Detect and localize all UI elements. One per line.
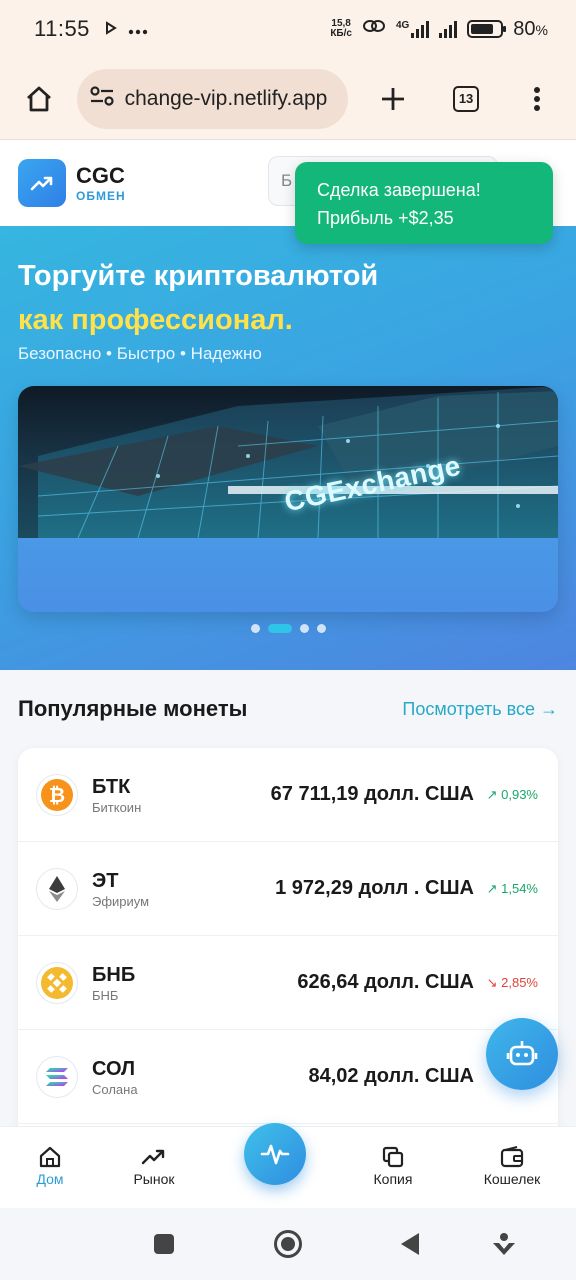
svg-text:₿: ₿	[49, 783, 65, 807]
carousel-dot[interactable]	[267, 624, 292, 633]
coin-name: Биткоин	[92, 800, 142, 815]
address-bar[interactable]: change-vip.netlify.app	[76, 68, 349, 129]
coin-change: ↘ 2,85%	[486, 974, 538, 990]
network-speed: 15,8 КБ/с	[330, 18, 352, 39]
more-vert-icon	[533, 86, 540, 111]
coin-symbol: БНБ	[92, 964, 136, 986]
toast-title: Сделка завершена!	[317, 180, 481, 200]
coin-price: 626,64 долл. США	[297, 971, 474, 993]
browser-menu-button[interactable]	[515, 77, 558, 121]
back-button[interactable]	[390, 1228, 430, 1260]
brand-subtitle: ОБМЕН	[76, 189, 126, 203]
wallet-icon	[500, 1146, 524, 1168]
recents-button[interactable]	[144, 1228, 184, 1260]
nav-market[interactable]: Рынок	[104, 1143, 204, 1187]
coin-name: Солана	[92, 1082, 138, 1097]
coin-symbol: СОЛ	[92, 1058, 136, 1080]
battery-icon	[467, 20, 507, 38]
toast-profit: Прибыль +$2,35	[317, 208, 454, 228]
logo[interactable]	[18, 159, 66, 207]
coin-price: 1 972,29 долл . США	[275, 877, 474, 899]
home-button[interactable]	[18, 77, 61, 121]
circle-home-icon	[274, 1230, 302, 1258]
back-triangle-icon	[401, 1233, 419, 1255]
status-time: 11:55	[34, 16, 90, 41]
hotspot-link-icon	[362, 17, 386, 41]
screen: 11:55 15,8 КБ/с 4G 80% change-vip.netlif…	[0, 0, 576, 1280]
section-title: Популярные монеты	[18, 696, 248, 721]
nav-market-label: Рынок	[133, 1171, 175, 1187]
browser-toolbar: change-vip.netlify.app 13	[0, 58, 576, 140]
coin-symbol: БТК	[92, 776, 131, 798]
nav-home[interactable]: Дом	[0, 1143, 100, 1187]
ethereum-icon	[36, 867, 78, 910]
coin-row-sol[interactable]: СОЛ Солана 84,02 долл. США ↘ 2	[18, 1030, 558, 1124]
more-notifications-icon	[128, 19, 148, 40]
coin-price: 84,02 долл. США	[308, 1065, 474, 1087]
coin-change: ↗ 1,54%	[486, 880, 538, 896]
carousel-indicators	[0, 624, 576, 633]
home-icon	[39, 1146, 61, 1168]
solana-icon	[36, 1055, 78, 1098]
nav-copy[interactable]: Копия	[343, 1143, 443, 1187]
signal-1-icon	[411, 20, 430, 38]
hero-title: Торгуйте криптовалютой	[18, 260, 379, 292]
tab-switcher-button[interactable]: 13	[445, 77, 488, 121]
carousel-dot[interactable]	[299, 624, 309, 633]
nav-home-label: Дом	[36, 1171, 64, 1187]
hero-building-image: CGExchange	[18, 386, 558, 538]
assistant-button[interactable]	[484, 1228, 524, 1260]
assistant-icon	[493, 1233, 515, 1255]
robot-icon	[506, 1041, 538, 1066]
trade-complete-toast: Сделка завершена! Прибыль +$2,35	[295, 162, 553, 244]
coin-name: Эфириум	[92, 894, 150, 909]
coin-change: ↗ 0,93%	[486, 786, 538, 802]
brand-name: CGC	[76, 163, 125, 188]
coin-row-btc[interactable]: ₿ БТК Биткоин 67 711,19 долл. США ↗ 0,93…	[18, 748, 558, 842]
carousel-dot[interactable]	[250, 624, 260, 633]
carousel-dot[interactable]	[316, 624, 326, 633]
home-icon	[27, 86, 52, 111]
new-tab-button[interactable]	[372, 77, 415, 121]
url-text: change-vip.netlify.app	[124, 86, 328, 110]
hero-subtitle: Безопасно • Быстро • Надежно	[18, 344, 262, 363]
bitcoin-icon: ₿	[36, 773, 78, 816]
network-type: 4G	[395, 20, 410, 31]
chart-trend-icon	[141, 1149, 165, 1165]
battery-percent: 80%	[513, 17, 548, 40]
hero-banner: Торгуйте криптовалютой как профессионал.…	[0, 226, 576, 670]
play-icon	[104, 19, 118, 40]
hero-carousel-slide[interactable]: CGExchange	[18, 386, 558, 612]
bottom-nav: Дом Рынок Копия Кошелек	[0, 1123, 576, 1208]
site-settings-icon[interactable]	[89, 85, 115, 112]
tab-count: 13	[453, 85, 480, 112]
nav-wallet-label: Кошелек	[483, 1171, 541, 1187]
square-icon	[154, 1234, 174, 1254]
nav-copy-label: Копия	[373, 1171, 413, 1187]
status-bar: 11:55 15,8 КБ/с 4G 80%	[0, 0, 576, 58]
coin-list: ₿ БТК Биткоин 67 711,19 долл. США ↗ 0,93…	[18, 748, 558, 1148]
signal-2-icon	[439, 20, 458, 38]
system-home-button[interactable]	[268, 1228, 308, 1260]
plus-icon	[382, 87, 405, 110]
pulse-icon	[260, 1144, 290, 1165]
bnb-icon	[36, 961, 78, 1004]
coin-row-bnb[interactable]: БНБ БНБ 626,64 долл. США ↘ 2,85%	[18, 936, 558, 1030]
hero-title-highlight: как профессионал.	[18, 304, 293, 336]
system-nav-bar	[0, 1208, 576, 1280]
popular-coins-header: Популярные монеты Посмотреть все →	[18, 696, 558, 722]
nav-wallet[interactable]: Кошелек	[462, 1143, 562, 1187]
chatbot-button[interactable]	[486, 1018, 558, 1090]
coin-symbol: ЭТ	[92, 870, 119, 892]
trend-up-icon	[30, 176, 53, 191]
copy-icon	[382, 1146, 404, 1168]
nav-trade-button[interactable]	[244, 1123, 306, 1185]
coin-name: БНБ	[92, 988, 119, 1003]
coin-price: 67 711,19 долл. США	[270, 783, 474, 805]
see-all-link[interactable]: Посмотреть все →	[402, 699, 558, 720]
coin-row-eth[interactable]: ЭТ Эфириум 1 972,29 долл . США ↗ 1,54%	[18, 842, 558, 936]
